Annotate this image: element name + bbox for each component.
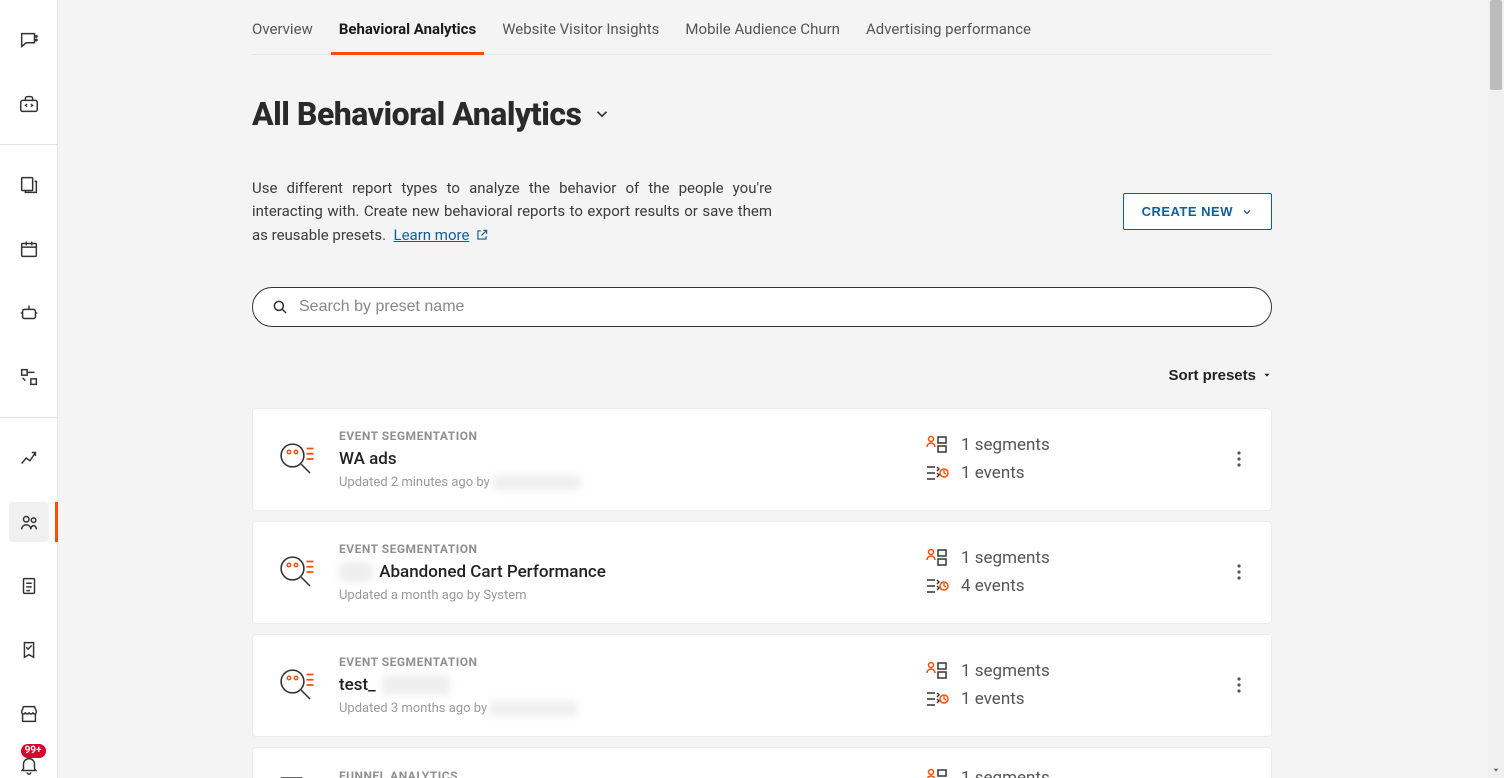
card-stats: 1 segments 2 events	[925, 768, 1205, 778]
sidebar-item-tags[interactable]	[9, 357, 49, 397]
layers-icon	[18, 174, 40, 196]
search-icon	[271, 298, 289, 316]
card-title: WA ads	[339, 449, 903, 469]
tab-mobile-audience-churn[interactable]: Mobile Audience Churn	[685, 10, 840, 54]
segments-stat: 1 segments	[925, 768, 1205, 778]
workflow-icon	[18, 366, 40, 388]
intro-text: Use different report types to analyze th…	[252, 177, 772, 247]
search-container[interactable]	[252, 287, 1272, 327]
segments-icon	[925, 548, 949, 568]
chevron-down-icon	[593, 105, 611, 123]
vertical-scrollbar[interactable]	[1488, 0, 1504, 778]
funnel-analytics-icon	[275, 771, 317, 778]
events-icon	[925, 689, 949, 709]
calendar-icon	[18, 238, 40, 260]
card-type-label: EVENT SEGMENTATION	[339, 655, 903, 669]
sidebar-item-bookmark[interactable]	[9, 630, 49, 670]
briefcase-code-icon	[18, 93, 40, 115]
segments-icon	[925, 661, 949, 681]
segments-icon	[925, 768, 949, 778]
segments-stat: 1 segments	[925, 435, 1205, 455]
vertical-dots-icon	[1237, 677, 1241, 693]
card-title: test_ xxxxxxxx	[339, 675, 903, 695]
card-stats: 1 segments 4 events	[925, 548, 1205, 596]
bookmark-check-icon	[18, 639, 40, 661]
sidebar-item-bot[interactable]	[9, 293, 49, 333]
scrollbar-thumb[interactable]	[1490, 0, 1502, 90]
preset-list: EVENT SEGMENTATION WA ads Updated 2 minu…	[252, 408, 1272, 778]
card-type-label: EVENT SEGMENTATION	[339, 542, 903, 556]
store-icon	[18, 703, 40, 725]
sidebar-item-trends[interactable]	[9, 438, 49, 478]
page-title: All Behavioral Analytics	[252, 95, 581, 133]
segments-stat: 1 segments	[925, 548, 1205, 568]
external-link-icon	[475, 228, 489, 242]
updated-by-author: redacted name	[493, 475, 580, 490]
sidebar-item-report[interactable]	[9, 566, 49, 606]
page-title-dropdown[interactable]: All Behavioral Analytics	[252, 95, 1272, 133]
events-stat: 1 events	[925, 689, 1205, 709]
preset-card[interactable]: EVENT SEGMENTATION test_ xxxxxxxx Update…	[252, 634, 1272, 737]
caret-down-icon	[1262, 370, 1272, 380]
preset-card[interactable]: EVENT SEGMENTATION xxxx Abandoned Cart P…	[252, 521, 1272, 624]
card-title-suffix-redacted: xxxxxxxx	[382, 675, 450, 695]
events-icon	[925, 463, 949, 483]
card-menu-button[interactable]	[1227, 673, 1251, 697]
left-sidebar: 99+ PB	[0, 0, 58, 778]
sidebar-item-people[interactable]	[9, 502, 49, 542]
tab-behavioral-analytics[interactable]: Behavioral Analytics	[339, 10, 476, 54]
updated-by-author: System	[483, 588, 526, 603]
trend-icon	[18, 447, 40, 469]
card-title: xxxx Abandoned Cart Performance	[339, 562, 903, 582]
tabs: Overview Behavioral Analytics Website Vi…	[252, 0, 1272, 55]
sidebar-item-code[interactable]	[9, 84, 49, 124]
event-segmentation-icon	[275, 664, 317, 706]
card-updated: Updated 3 months ago by redacted name	[339, 701, 903, 716]
vertical-dots-icon	[1237, 451, 1241, 467]
preset-card[interactable]: EVENT SEGMENTATION WA ads Updated 2 minu…	[252, 408, 1272, 511]
segments-stat: 1 segments	[925, 661, 1205, 681]
create-new-button[interactable]: CREATE NEW	[1123, 193, 1272, 230]
scrollbar-down-arrow[interactable]	[1488, 762, 1504, 778]
card-stats: 1 segments 1 events	[925, 661, 1205, 709]
document-icon	[18, 575, 40, 597]
segments-icon	[925, 435, 949, 455]
card-updated: Updated a month ago by System	[339, 588, 903, 603]
bot-icon	[18, 302, 40, 324]
notifications-badge: 99+	[21, 744, 46, 758]
events-stat: 1 events	[925, 463, 1205, 483]
updated-by-author: redacted name	[490, 701, 577, 716]
events-stat: 4 events	[925, 576, 1205, 596]
chat-icon	[18, 29, 40, 51]
card-type-label: EVENT SEGMENTATION	[339, 429, 903, 443]
vertical-dots-icon	[1237, 564, 1241, 580]
people-icon	[18, 511, 40, 533]
search-input[interactable]	[299, 298, 1253, 316]
card-menu-button[interactable]	[1227, 560, 1251, 584]
events-icon	[925, 576, 949, 596]
tab-website-visitor-insights[interactable]: Website Visitor Insights	[502, 10, 659, 54]
notifications-button[interactable]: 99+	[18, 754, 40, 778]
sort-presets-button[interactable]: Sort presets	[1168, 367, 1272, 384]
event-segmentation-icon	[275, 438, 317, 480]
sidebar-item-chat[interactable]	[9, 20, 49, 60]
sidebar-item-calendar[interactable]	[9, 229, 49, 269]
sidebar-item-store[interactable]	[9, 694, 49, 734]
main-content: Overview Behavioral Analytics Website Vi…	[252, 0, 1272, 778]
tab-advertising-performance[interactable]: Advertising performance	[866, 10, 1031, 54]
card-menu-button[interactable]	[1227, 447, 1251, 471]
preset-card[interactable]: FUNNEL ANALYTICS Test xxxx 1 segments 2 …	[252, 747, 1272, 778]
card-title-prefix-redacted: xxxx	[339, 562, 373, 582]
event-segmentation-icon	[275, 551, 317, 593]
chevron-down-icon	[1241, 206, 1253, 218]
sidebar-item-layers[interactable]	[9, 165, 49, 205]
card-type-label: FUNNEL ANALYTICS	[339, 769, 903, 778]
learn-more-link[interactable]: Learn more	[394, 224, 490, 247]
card-updated: Updated 2 minutes ago by redacted name	[339, 475, 903, 490]
card-stats: 1 segments 1 events	[925, 435, 1205, 483]
tab-overview[interactable]: Overview	[252, 10, 313, 54]
